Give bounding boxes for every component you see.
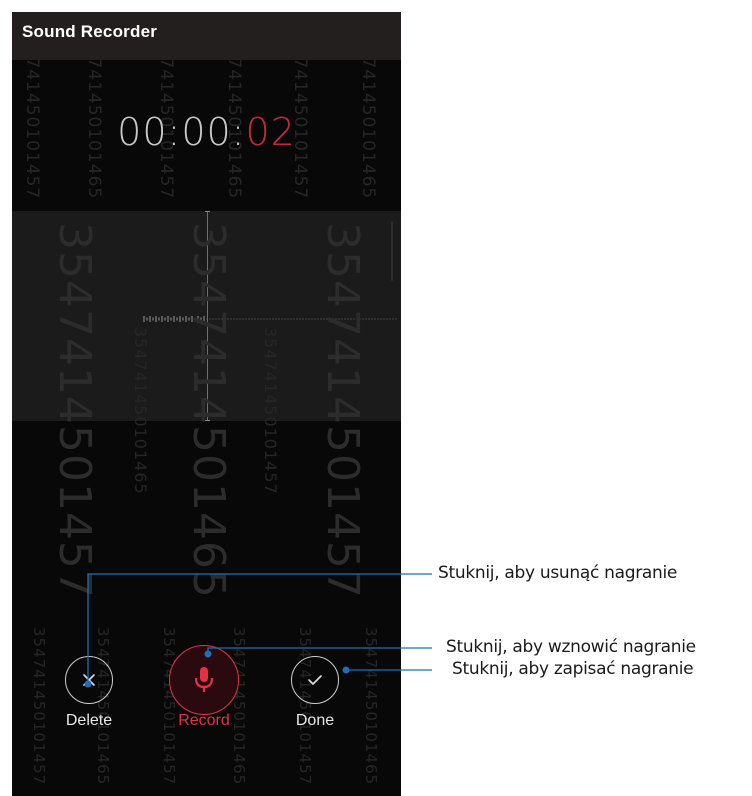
done-callout-dot (342, 666, 350, 674)
done-callout-text: Stuknij, aby zapisać nagranie (452, 659, 694, 679)
record-callout-line (207, 647, 432, 654)
delete-callout-line (87, 573, 432, 684)
delete-callout-text: Stuknij, aby usunąć nagranie (438, 563, 678, 583)
record-callout-text: Stuknij, aby wznowić nagranie (446, 637, 696, 657)
record-callout-dot (204, 650, 212, 658)
delete-callout-dot (84, 680, 92, 688)
